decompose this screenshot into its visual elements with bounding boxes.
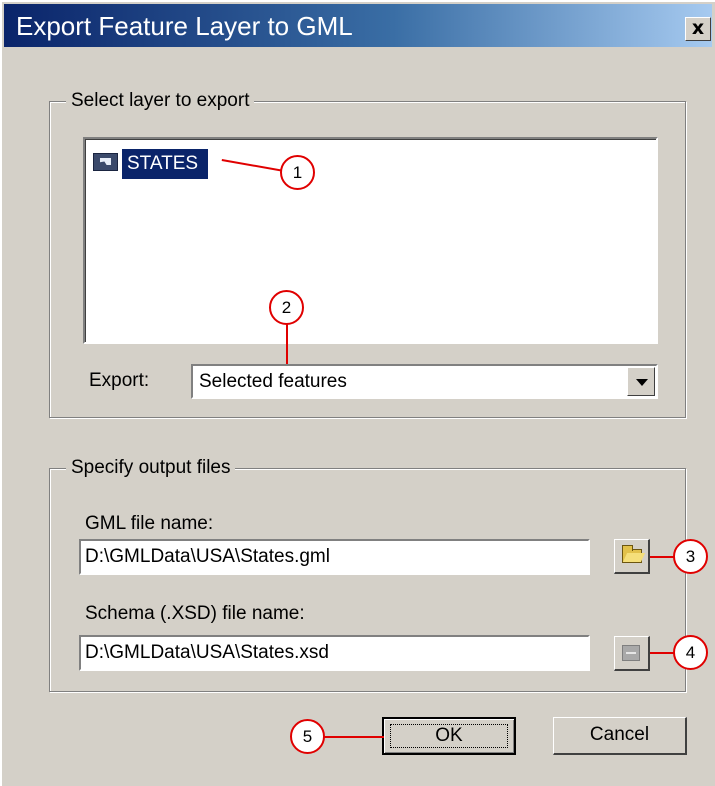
callout-line-4 <box>650 652 674 654</box>
export-dropdown-value: Selected features <box>199 371 347 392</box>
callout-3: 3 <box>673 539 708 574</box>
cancel-label: Cancel <box>589 724 650 745</box>
open-folder-icon <box>622 545 642 563</box>
feature-layer-icon <box>93 153 118 171</box>
browse-gml-button[interactable] <box>614 539 650 574</box>
chevron-down-icon[interactable] <box>627 367 655 396</box>
schema-file-label: Schema (.XSD) file name: <box>85 603 305 624</box>
layer-list[interactable]: STATES <box>83 137 658 344</box>
browse-schema-button[interactable] <box>614 636 650 671</box>
select-layer-legend: Select layer to export <box>66 90 255 112</box>
gml-file-input[interactable] <box>79 539 590 575</box>
focus-rectangle <box>390 724 508 748</box>
close-icon[interactable]: x <box>685 17 711 41</box>
callout-5: 5 <box>290 719 325 754</box>
layer-name: STATES <box>122 149 209 179</box>
cancel-button[interactable]: Cancel <box>553 717 687 755</box>
export-label: Export: <box>89 370 150 391</box>
dialog-title: Export Feature Layer to GML <box>16 11 353 41</box>
title-bar[interactable]: Export Feature Layer to GML x <box>4 4 712 47</box>
callout-line-3 <box>650 556 674 558</box>
callout-1: 1 <box>280 155 315 190</box>
export-gml-dialog: Export Feature Layer to GML x Select lay… <box>1 1 715 786</box>
export-dropdown[interactable]: Selected features <box>191 364 658 399</box>
output-files-legend: Specify output files <box>66 457 236 479</box>
callout-4: 4 <box>673 635 708 670</box>
callout-line-2 <box>286 324 288 364</box>
ok-button[interactable]: OK <box>382 717 516 755</box>
callout-line-5 <box>322 736 384 738</box>
gml-file-label: GML file name: <box>85 513 214 534</box>
schema-file-input[interactable] <box>79 635 590 671</box>
callout-2: 2 <box>269 290 304 325</box>
schema-file-icon <box>622 645 640 661</box>
